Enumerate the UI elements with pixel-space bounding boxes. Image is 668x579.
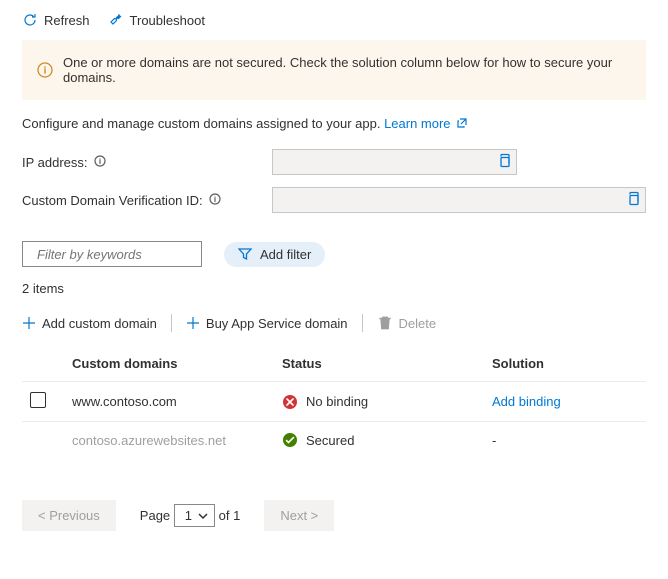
verification-id-label: Custom Domain Verification ID: — [22, 193, 203, 208]
learn-more-link[interactable]: Learn more — [384, 116, 468, 131]
intro-text-block: Configure and manage custom domains assi… — [22, 116, 646, 131]
info-icon — [37, 62, 53, 78]
error-icon — [282, 394, 298, 410]
table-row[interactable]: www.contoso.com No binding Add binding — [22, 382, 646, 422]
add-filter-button[interactable]: Add filter — [224, 242, 325, 267]
success-icon — [282, 432, 298, 448]
buy-app-service-domain-button[interactable]: Buy App Service domain — [186, 316, 348, 331]
filter-search[interactable] — [22, 241, 202, 267]
troubleshoot-button[interactable]: Troubleshoot — [108, 12, 205, 28]
verification-info-icon[interactable] — [209, 193, 221, 208]
refresh-icon — [22, 12, 38, 28]
intro-text: Configure and manage custom domains assi… — [22, 116, 384, 131]
add-binding-link[interactable]: Add binding — [492, 394, 561, 409]
filter-icon — [238, 247, 252, 261]
chevron-down-icon — [198, 511, 208, 521]
trash-icon — [377, 315, 393, 331]
page-label: Page — [140, 508, 170, 523]
page-select[interactable]: 1 — [174, 504, 215, 527]
solution-text: - — [484, 422, 646, 459]
domains-table: Custom domains Status Solution www.conto… — [22, 346, 646, 458]
domain-name: contoso.azurewebsites.net — [64, 422, 274, 459]
status-text: Secured — [306, 433, 354, 448]
ip-address-label: IP address: — [22, 155, 88, 170]
warning-banner-text: One or more domains are not secured. Che… — [63, 55, 631, 85]
verification-id-field — [272, 187, 646, 213]
item-count: 2 items — [22, 281, 646, 296]
next-page-button: Next > — [264, 500, 334, 531]
page-of-text: of 1 — [219, 508, 241, 523]
ip-address-field — [272, 149, 517, 175]
add-custom-domain-button[interactable]: Add custom domain — [22, 316, 157, 331]
search-input[interactable] — [35, 246, 217, 263]
header-solution[interactable]: Solution — [484, 346, 646, 382]
row-checkbox[interactable] — [30, 392, 46, 408]
domain-name: www.contoso.com — [64, 382, 274, 422]
table-row: contoso.azurewebsites.net Secured - — [22, 422, 646, 459]
delete-button: Delete — [377, 315, 437, 331]
verification-copy-button[interactable] — [625, 191, 641, 210]
external-link-icon — [456, 117, 468, 129]
header-status[interactable]: Status — [274, 346, 484, 382]
ip-copy-button[interactable] — [496, 153, 512, 172]
previous-page-button: < Previous — [22, 500, 116, 531]
warning-banner: One or more domains are not secured. Che… — [22, 40, 646, 100]
troubleshoot-label: Troubleshoot — [130, 13, 205, 28]
refresh-button[interactable]: Refresh — [22, 12, 90, 28]
ip-info-icon[interactable] — [94, 155, 106, 170]
plus-icon — [186, 316, 200, 330]
wrench-icon — [108, 12, 124, 28]
header-domain[interactable]: Custom domains — [64, 346, 274, 382]
copy-icon — [625, 191, 641, 207]
refresh-label: Refresh — [44, 13, 90, 28]
status-text: No binding — [306, 394, 368, 409]
copy-icon — [496, 153, 512, 169]
plus-icon — [22, 316, 36, 330]
pagination: < Previous Page 1 of 1 Next > — [22, 500, 646, 531]
